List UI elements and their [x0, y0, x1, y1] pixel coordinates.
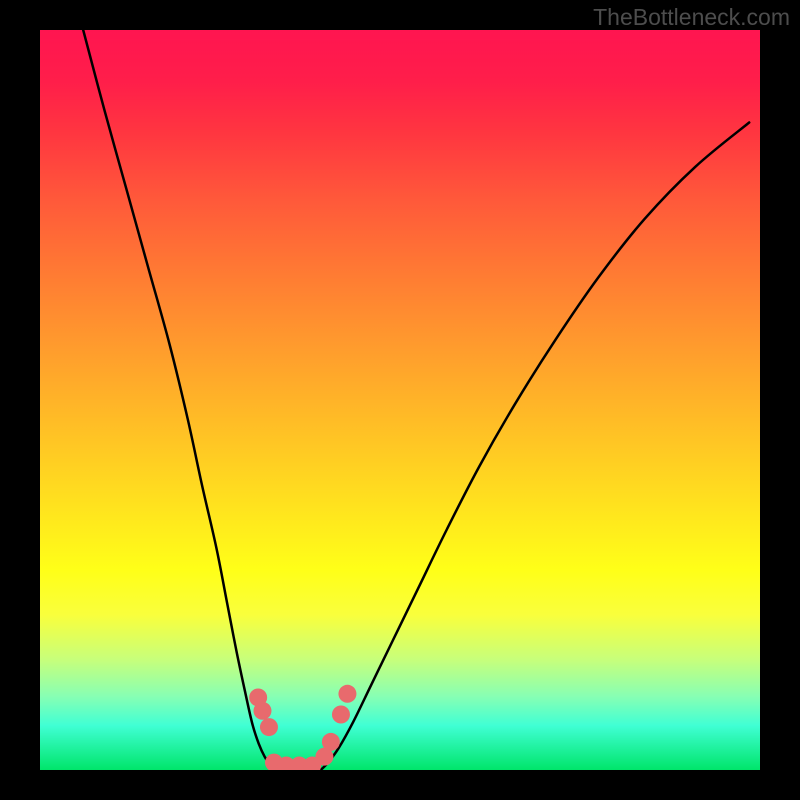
marker-9 — [332, 706, 350, 724]
marker-10 — [338, 685, 356, 703]
chart-svg — [40, 30, 760, 770]
curve-right-curve — [321, 123, 749, 771]
plot-area — [40, 30, 760, 770]
curve-left-curve — [83, 30, 277, 770]
chart-root: TheBottleneck.com — [0, 0, 800, 800]
marker-2 — [260, 718, 278, 736]
watermark: TheBottleneck.com — [593, 4, 790, 31]
marker-8 — [322, 733, 340, 751]
marker-1 — [253, 702, 271, 720]
